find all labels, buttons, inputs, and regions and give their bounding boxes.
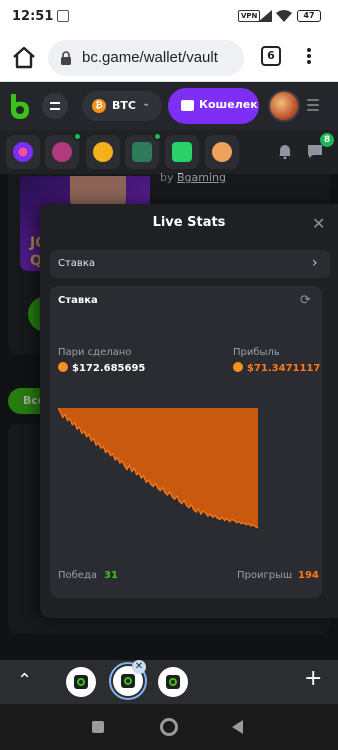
potion-game-icon[interactable]: [205, 135, 239, 169]
recents-icon[interactable]: [92, 721, 104, 733]
rocket-game-icon[interactable]: [125, 132, 162, 169]
currency-label: BTC: [112, 99, 136, 112]
site-header: ₿ BTC ⌄ Кошелек: [0, 82, 338, 130]
wins-value: 31: [104, 570, 118, 581]
wallet-button[interactable]: Кошелек: [168, 88, 259, 124]
chat-icon[interactable]: [307, 144, 323, 159]
profit-chart: [58, 408, 259, 529]
losses-value: 194: [298, 570, 319, 581]
btc-icon: [58, 362, 68, 372]
avatar[interactable]: [268, 90, 300, 122]
home-icon[interactable]: [10, 44, 38, 72]
wheel-game-icon[interactable]: [45, 132, 82, 169]
profit-label: Прибыль: [233, 347, 280, 358]
system-nav-bar: [0, 704, 338, 750]
address-bar[interactable]: bc.game/wallet/vault: [48, 40, 244, 76]
chevron-up-icon[interactable]: ⌃: [17, 670, 32, 691]
more-menu-icon[interactable]: [305, 46, 313, 70]
chevron-right-icon: ›: [312, 255, 318, 271]
dropdown-value: Ставка: [58, 258, 95, 269]
back-icon[interactable]: [232, 720, 243, 734]
bottle-game-icon[interactable]: [165, 135, 199, 169]
lock-icon: [61, 51, 71, 65]
browser-tab-bar: ⌃ ✕ +: [0, 660, 338, 704]
wins-label: Победа: [58, 570, 97, 581]
bell-icon[interactable]: [278, 143, 292, 159]
tab-switcher-button[interactable]: 6: [261, 46, 281, 66]
wagered-amount: $172.685695: [72, 363, 146, 374]
tab-thumbnail[interactable]: [66, 667, 96, 697]
wifi-icon: [276, 10, 292, 22]
stat-type-dropdown[interactable]: Ставка ›: [50, 250, 330, 278]
chevron-down-icon: ⌄: [142, 98, 151, 109]
wagered-label: Пари сделано: [58, 347, 132, 358]
btc-icon: [233, 362, 243, 372]
spin-game-icon[interactable]: [6, 135, 40, 169]
wallet-label: Кошелек: [199, 98, 258, 111]
chat-badge: 8: [320, 133, 334, 147]
wallet-icon: [181, 100, 194, 111]
clock: 12:51: [12, 9, 54, 24]
tab-thumbnail[interactable]: [158, 667, 188, 697]
losses-label: Проигрыш: [237, 570, 293, 581]
stats-card: Ставка ⟳ Пари сделано $172.685695 Прибыл…: [50, 286, 322, 598]
bc-logo[interactable]: [8, 92, 32, 120]
profit-amount: $71.3471117: [247, 363, 321, 374]
game-shortcut-strip: [0, 130, 338, 287]
notification-icon: [57, 10, 69, 22]
new-tab-icon[interactable]: +: [304, 666, 322, 691]
profit-value: $71.3471117: [233, 362, 320, 374]
panel-title: Live Stats: [152, 215, 226, 230]
refresh-icon[interactable]: ⟳: [300, 293, 311, 308]
wagered-value: $172.685695: [58, 362, 145, 374]
loss-area: [58, 408, 258, 528]
currency-selector[interactable]: ₿ BTC ⌄: [82, 91, 162, 121]
menu-button[interactable]: [42, 93, 68, 119]
card-title: Ставка: [58, 295, 98, 306]
browser-toolbar: bc.game/wallet/vault 6: [0, 34, 338, 82]
home-nav-icon[interactable]: [160, 718, 178, 736]
close-tab-icon[interactable]: ✕: [132, 660, 146, 674]
signal-icon: [258, 10, 272, 22]
close-icon[interactable]: ✕: [312, 214, 325, 233]
battery-icon: 47: [297, 10, 321, 22]
url-text: bc.game/wallet/vault: [82, 49, 218, 66]
treasure-game-icon[interactable]: [86, 135, 120, 169]
list-icon[interactable]: [307, 99, 319, 114]
btc-icon: ₿: [92, 99, 106, 113]
status-bar: 12:51 VPN 47: [0, 0, 338, 34]
